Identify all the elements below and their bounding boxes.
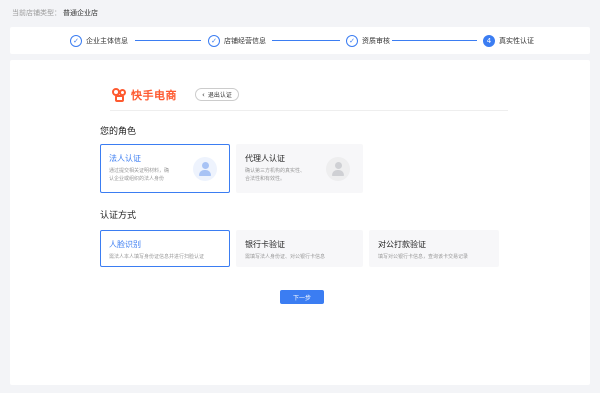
step-1: ✓ 企业主体信息 (70, 34, 128, 47)
step-4-number: 4 (483, 34, 495, 47)
step-1-label: 企业主体信息 (86, 36, 128, 45)
kuaishou-logo-icon (112, 88, 129, 102)
method-option-title: 银行卡验证 (245, 240, 285, 249)
divider (110, 110, 508, 111)
role-option-agent[interactable]: 代理人认证 确认第三方机构的真实性、 合法性和有效性。 (236, 144, 363, 193)
role-option-desc: 确认第三方机构的真实性、 合法性和有效性。 (245, 168, 306, 182)
next-step-button[interactable]: 下一步 (280, 290, 324, 304)
verification-card: 快手电商 ‹ 退出认证 您的角色 法人认证 通过提交相关证明材料，确 认企业或组… (10, 60, 590, 385)
step-4: 4 真实性认证 (483, 34, 534, 47)
user-avatar-icon (326, 157, 350, 181)
check-icon: ✓ (208, 34, 220, 47)
method-option-title: 人脸识别 (109, 240, 141, 249)
role-option-legal-person[interactable]: 法人认证 通过提交相关证明材料，确 认企业或组织的法人身份 (100, 144, 230, 193)
user-avatar-icon (193, 157, 217, 181)
method-option-bank-card[interactable]: 银行卡验证 需填写法人身份证、对公银行卡信息 (236, 230, 363, 267)
method-option-public-transfer[interactable]: 对公打款验证 填写对公银行卡信息，查询该卡交易记录 (369, 230, 499, 267)
role-option-title: 代理人认证 (245, 154, 285, 163)
chevron-left-icon: ‹ (202, 90, 205, 99)
role-option-title: 法人认证 (109, 154, 141, 163)
brand-name: 快手电商 (131, 89, 177, 102)
role-section-title: 您的角色 (100, 127, 137, 137)
role-option-desc: 通过提交相关证明材料，确 认企业或组织的法人身份 (109, 168, 170, 182)
step-2-label: 店铺经营信息 (224, 36, 266, 45)
exit-verification-label: 退出认证 (207, 92, 232, 99)
kuaishou-logo: 快手电商 (112, 87, 177, 103)
store-type-value: 普通企业店 (63, 9, 98, 17)
step-3-label: 资质审核 (362, 36, 390, 45)
step-connector (272, 40, 340, 41)
check-icon: ✓ (70, 34, 82, 47)
step-4-label: 真实性认证 (499, 36, 534, 45)
step-connector (135, 40, 201, 41)
progress-steps: ✓ 企业主体信息 ✓ 店铺经营信息 ✓ 资质审核 4 真实性认证 (10, 27, 590, 54)
method-option-desc: 需填写法人身份证、对公银行卡信息 (245, 254, 326, 260)
method-option-face-recognition[interactable]: 人脸识别 需法人本人填写身份证信息并进行扫脸认证 (100, 230, 230, 267)
check-icon: ✓ (346, 34, 358, 47)
method-section-title: 认证方式 (100, 211, 137, 221)
step-connector (392, 40, 477, 41)
store-type-info: 当前店铺类型： 普通企业店 (12, 8, 98, 18)
method-option-title: 对公打款验证 (378, 240, 426, 249)
step-2: ✓ 店铺经营信息 (208, 34, 266, 47)
step-3: ✓ 资质审核 (346, 34, 390, 47)
exit-verification-button[interactable]: ‹ 退出认证 (195, 88, 239, 101)
store-type-label: 当前店铺类型： (12, 9, 61, 17)
method-option-desc: 需法人本人填写身份证信息并进行扫脸认证 (109, 254, 205, 260)
method-option-desc: 填写对公银行卡信息，查询该卡交易记录 (378, 254, 469, 260)
